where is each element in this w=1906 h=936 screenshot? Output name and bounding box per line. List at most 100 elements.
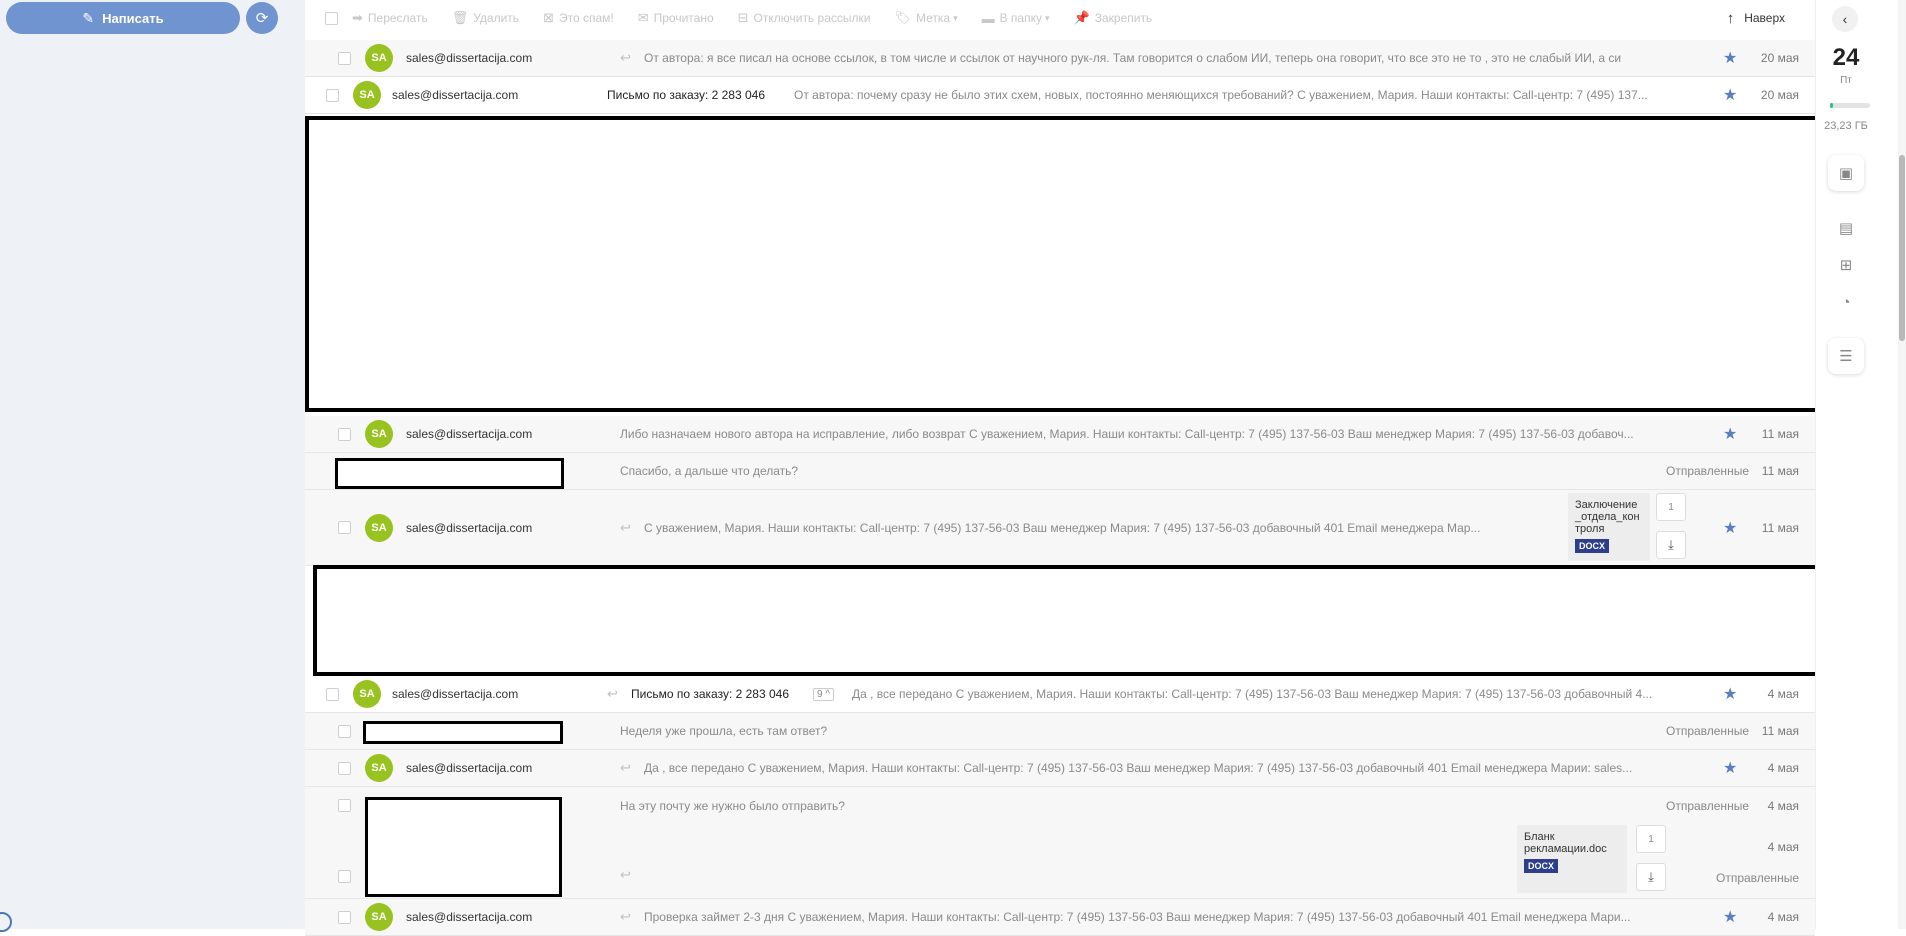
video-call-button[interactable]: ▣ [1828, 155, 1864, 191]
star-icon[interactable]: ★ [1723, 48, 1737, 68]
calendar-day[interactable]: 24 [1816, 44, 1876, 72]
row-checkbox[interactable] [338, 870, 351, 883]
label-button[interactable]: 🏷 Метка ▾ [894, 10, 957, 26]
row-checkbox[interactable] [338, 910, 351, 924]
star-icon[interactable]: ★ [1723, 684, 1737, 704]
row-checkbox[interactable] [338, 799, 351, 812]
date: 11 мая [1761, 427, 1799, 441]
chevron-left-icon: ‹ [1842, 11, 1848, 27]
tasks-button[interactable]: ☰ [1828, 338, 1864, 374]
row-checkbox[interactable] [338, 724, 351, 738]
pencil-square-icon: ✎ [82, 9, 95, 26]
date: 4 мая [1767, 761, 1799, 775]
pin-icon: 📌 [1073, 10, 1090, 25]
snippet: Да , все передано С уважением, Мария. На… [644, 761, 1633, 775]
avatar: SA [365, 513, 393, 542]
snippet: От автора: почему сразу не было этих схе… [794, 88, 1648, 102]
folder-icon: ▬ [981, 10, 995, 26]
email-row[interactable]: SA sales@dissertacija.com ↩ Да , все пер… [305, 750, 1815, 787]
forward-button[interactable]: ➡ Переслать [352, 10, 428, 26]
unsubscribe-label: Отключить рассылки [753, 11, 871, 25]
delete-button[interactable]: 🗑 Удалить [452, 10, 519, 26]
spam-button[interactable]: ⊠ Это спам! [543, 10, 614, 26]
download-button[interactable]: ⤓ [1636, 863, 1666, 891]
row-checkbox[interactable] [338, 521, 351, 534]
move-to-folder-label: В папку [999, 11, 1042, 25]
scroll-top-button[interactable]: ↑ Наверх [1727, 10, 1785, 27]
row-checkbox[interactable] [338, 427, 351, 441]
email-row[interactable]: SA sales@dissertacija.com ↩ Проверка зай… [305, 899, 1815, 936]
refresh-button[interactable]: ⟳ [246, 2, 278, 34]
disk-button[interactable]: ◔ [1828, 284, 1864, 320]
folder-label: Отправленные [1715, 871, 1799, 885]
date: 4 мая [1767, 910, 1799, 924]
page-scrollbar[interactable] [1898, 0, 1906, 929]
snippet: Спасибо, а дальше что делать? [620, 464, 799, 478]
mark-read-button[interactable]: ✉ Прочитано [638, 10, 714, 26]
refresh-icon: ⟳ [255, 10, 269, 27]
pin-button[interactable]: 📌 Закрепить [1074, 10, 1153, 26]
storage-bar [1830, 103, 1870, 108]
reply-icon: ↩ [620, 867, 631, 882]
thread-count[interactable]: 9 ^ [813, 687, 835, 701]
scroll-top-label: Наверх [1744, 11, 1785, 25]
reply-icon: ↩ [620, 909, 631, 924]
notes-icon: ▤ [1838, 220, 1854, 237]
row-checkbox[interactable] [338, 51, 351, 65]
compose-label: Написать [102, 10, 164, 26]
sender: sales@dissertacija.com [406, 761, 533, 775]
star-icon[interactable]: ★ [1723, 518, 1737, 538]
spam-label: Это спам! [558, 11, 614, 25]
attachment-card[interactable]: Бланк рекламации.doc DOCX [1517, 825, 1627, 893]
attachment-card[interactable]: Заключение_отдела_контроля DOCX [1568, 493, 1650, 561]
email-row[interactable]: SA sales@dissertacija.com Письмо по зака… [305, 77, 1815, 114]
trash-icon: 🗑 [451, 10, 469, 25]
mail-toolbar: ➡ Переслать 🗑 Удалить ⊠ Это спам! ✉ Прочитан… [305, 0, 1815, 36]
subject: Письмо по заказу: 2 283 046 [631, 687, 789, 701]
attachment-name: Заключение_отдела_контроля [1575, 499, 1640, 535]
date: 4 мая [1767, 840, 1799, 854]
snippet: Либо назначаем нового автора на исправле… [620, 427, 1634, 441]
avatar: SA [365, 754, 393, 782]
pie-chart-icon: ◔ [1841, 293, 1851, 311]
snippet: Да , все передано С уважением, Мария. На… [852, 687, 1653, 701]
row-checkbox[interactable] [338, 761, 351, 775]
scrollbar-thumb[interactable] [1899, 155, 1905, 341]
sender: sales@dissertacija.com [406, 910, 533, 924]
unsubscribe-button[interactable]: ⊟ Отключить рассылки [738, 10, 871, 26]
folder-label: Отправленные [1665, 724, 1749, 738]
collapse-rail-button[interactable]: ‹ [1832, 6, 1858, 32]
star-icon[interactable]: ★ [1723, 758, 1737, 778]
download-icon: ⤓ [1668, 537, 1674, 552]
storage-text: 23,23 ГБ [1824, 120, 1868, 132]
chevron-down-icon: ▾ [1045, 12, 1050, 23]
arrow-up-icon: ↑ [1726, 9, 1735, 27]
envelope-open-icon: ✉ [637, 10, 649, 25]
chevron-up-icon: ^ [825, 688, 831, 700]
date: 11 мая [1761, 464, 1799, 478]
email-row[interactable]: SA sales@dissertacija.com ↩ Письмо по за… [305, 676, 1815, 713]
star-icon[interactable]: ★ [1723, 424, 1737, 444]
compose-button[interactable]: ✎ Написать [6, 2, 240, 34]
star-icon[interactable]: ★ [1723, 85, 1737, 105]
email-row[interactable]: SA sales@dissertacija.com ↩ С уважением,… [305, 490, 1815, 566]
move-to-folder-button[interactable]: ▬ В папку ▾ [982, 11, 1050, 26]
redaction-block [365, 797, 562, 897]
row-checkbox[interactable] [326, 88, 339, 102]
apps-button[interactable]: ⊞ [1828, 247, 1864, 283]
label-label: Метка [915, 11, 951, 25]
email-row[interactable]: SA sales@dissertacija.com ↩ От автора: я… [305, 40, 1815, 77]
notes-button[interactable]: ▤ [1828, 210, 1864, 246]
star-icon[interactable]: ★ [1723, 907, 1737, 927]
download-button[interactable]: ⤓ [1656, 531, 1686, 559]
snippet: От автора: я все писал на основе ссылок,… [644, 51, 1622, 65]
select-all-checkbox[interactable] [325, 11, 338, 25]
help-circle-icon[interactable] [0, 912, 12, 932]
attachment-name: Бланк рекламации.doc [1524, 831, 1607, 855]
row-checkbox[interactable] [326, 687, 339, 701]
email-row[interactable]: SA sales@dissertacija.com Либо назначаем… [305, 416, 1815, 453]
tag-icon: 🏷 [894, 10, 911, 25]
spam-icon: ⊠ [543, 10, 554, 25]
date: 4 мая [1767, 799, 1799, 813]
calendar-weekday: Пт [1840, 75, 1852, 86]
